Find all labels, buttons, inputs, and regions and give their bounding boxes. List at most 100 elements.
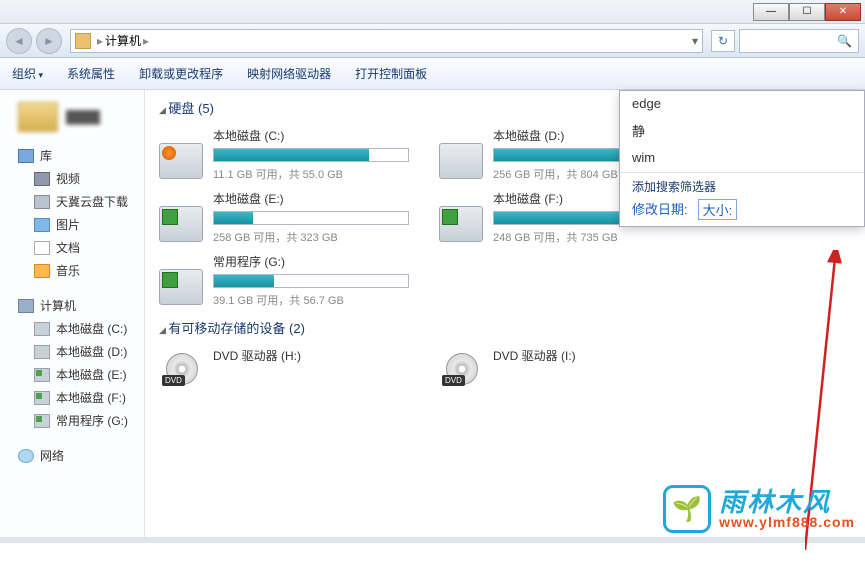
section-header-removable[interactable]: 有可移动存储的设备 (2) — [159, 318, 851, 337]
filter-size[interactable]: 大小: — [698, 199, 738, 220]
sidebar-drive-item[interactable]: 常用程序 (G:) — [0, 409, 144, 432]
drive-usage-bar — [213, 274, 409, 288]
system-properties-button[interactable]: 系统属性 — [67, 65, 115, 82]
sidebar-item[interactable]: 视频 — [0, 167, 144, 190]
drive-usage-bar — [213, 148, 409, 162]
control-panel-button[interactable]: 打开控制面板 — [355, 65, 427, 82]
computer-icon — [75, 33, 91, 49]
forward-button[interactable]: ► — [36, 28, 62, 54]
breadcrumb-dropdown-icon[interactable]: ▾ — [692, 34, 698, 48]
sidebar: ████ 库 视频天冀云盘下载图片文档音乐 计算机 本地磁盘 (C:) 本地磁盘 … — [0, 90, 145, 537]
disk-icon — [34, 414, 50, 428]
drive-name: 常用程序 (G:) — [213, 253, 409, 270]
sidebar-computer-header[interactable]: 计算机 — [0, 294, 144, 317]
sidebar-item-label: 本地磁盘 (C:) — [56, 320, 127, 337]
sidebar-item-label: 文档 — [56, 239, 80, 256]
search-input[interactable]: 🔍 — [739, 29, 859, 53]
sidebar-item-label: 图片 — [56, 216, 80, 233]
mus-icon — [34, 264, 50, 278]
drive-usage-bar — [213, 211, 409, 225]
sidebar-drive-item[interactable]: 本地磁盘 (C:) — [0, 317, 144, 340]
sidebar-computer: 计算机 本地磁盘 (C:) 本地磁盘 (D:) 本地磁盘 (E:) 本地磁盘 (F:)… — [0, 294, 144, 432]
sidebar-label: 网络 — [40, 447, 64, 464]
drive-usage-text: 11.1 GB 可用，共 55.0 GB — [213, 166, 409, 182]
sidebar-label: 库 — [40, 147, 52, 164]
favorites-folder[interactable]: ████ — [0, 96, 144, 144]
drive-icon — [159, 143, 203, 179]
folder-icon — [18, 102, 58, 132]
drive-icon — [439, 206, 483, 242]
statusbar — [0, 537, 865, 543]
refresh-button[interactable]: ↻ — [711, 30, 735, 52]
breadcrumb-item[interactable]: 计算机 — [105, 32, 141, 49]
search-filters: 修改日期: 大小: — [620, 197, 864, 226]
removable-section: 有可移动存储的设备 (2) DVD 驱动器 (H:) DVD 驱动器 (I:) — [159, 318, 851, 387]
dvd-name: DVD 驱动器 (H:) — [213, 347, 409, 364]
drive-usage-text: 39.1 GB 可用，共 56.7 GB — [213, 292, 409, 308]
drive-icon — [439, 143, 483, 179]
drive-item[interactable]: 本地磁盘 (E:) 258 GB 可用，共 323 GB — [159, 190, 409, 245]
drive-usage-text: 258 GB 可用，共 323 GB — [213, 229, 409, 245]
sidebar-network-header[interactable]: 网络 — [0, 444, 144, 467]
drive-item[interactable]: 本地磁盘 (C:) 11.1 GB 可用，共 55.0 GB — [159, 127, 409, 182]
dvd-icon — [159, 351, 203, 387]
sidebar-libraries-header[interactable]: 库 — [0, 144, 144, 167]
breadcrumb-sep: ▸ — [143, 34, 149, 48]
sidebar-item[interactable]: 图片 — [0, 213, 144, 236]
sidebar-drive-item[interactable]: 本地磁盘 (D:) — [0, 340, 144, 363]
drive-name: 本地磁盘 (E:) — [213, 190, 409, 207]
drive-usage-text: 248 GB 可用，共 735 GB — [493, 229, 689, 245]
sidebar-item[interactable]: 文档 — [0, 236, 144, 259]
uninstall-button[interactable]: 卸载或更改程序 — [139, 65, 223, 82]
vid-icon — [34, 172, 50, 186]
search-filter-title: 添加搜索筛选器 — [620, 172, 864, 197]
search-dropdown: edge静wim 添加搜索筛选器 修改日期: 大小: — [619, 90, 865, 227]
watermark-name: 雨林木风 — [719, 489, 855, 515]
disk-icon — [34, 345, 50, 359]
close-button[interactable] — [825, 3, 861, 21]
doc-icon — [34, 241, 50, 255]
sidebar-item-label: 本地磁盘 (D:) — [56, 343, 127, 360]
sidebar-item-label: 视频 — [56, 170, 80, 187]
pic-icon — [34, 218, 50, 232]
drive-icon — [159, 206, 203, 242]
main-area: ████ 库 视频天冀云盘下载图片文档音乐 计算机 本地磁盘 (C:)本地磁盘 … — [0, 90, 865, 537]
disk-icon — [34, 322, 50, 336]
map-drive-button[interactable]: 映射网络驱动器 — [247, 65, 331, 82]
breadcrumb[interactable]: ▸ 计算机 ▸ ▾ — [70, 29, 703, 53]
minimize-button[interactable] — [753, 3, 789, 21]
breadcrumb-sep: ▸ — [97, 34, 103, 48]
sidebar-drive-item[interactable]: 本地磁盘 (F:) — [0, 386, 144, 409]
search-history-item[interactable]: edge — [620, 91, 864, 116]
search-history-item[interactable]: wim — [620, 145, 864, 170]
search-history-item[interactable]: 静 — [620, 116, 864, 145]
dvd-item[interactable]: DVD 驱动器 (H:) — [159, 347, 409, 387]
sidebar-item-label: 本地磁盘 (E:) — [56, 366, 127, 383]
sidebar-item[interactable]: 音乐 — [0, 259, 144, 282]
dvd-list: DVD 驱动器 (H:) DVD 驱动器 (I:) — [159, 347, 851, 387]
disk-icon — [34, 368, 50, 382]
network-icon — [18, 449, 34, 463]
sidebar-item-label: 天冀云盘下载 — [56, 193, 128, 210]
libraries-icon — [18, 149, 34, 163]
window-titlebar — [0, 0, 865, 24]
maximize-button[interactable] — [789, 3, 825, 21]
sidebar-item[interactable]: 天冀云盘下载 — [0, 190, 144, 213]
sidebar-label: 计算机 — [40, 297, 76, 314]
watermark-icon — [663, 485, 711, 533]
drive-name: 本地磁盘 (C:) — [213, 127, 409, 144]
sidebar-item-label: 常用程序 (G:) — [56, 412, 128, 429]
dl-icon — [34, 195, 50, 209]
drive-item[interactable]: 常用程序 (G:) 39.1 GB 可用，共 56.7 GB — [159, 253, 409, 308]
filter-date[interactable]: 修改日期: — [632, 199, 688, 220]
dvd-item[interactable]: DVD 驱动器 (I:) — [439, 347, 689, 387]
organize-menu[interactable]: 组织 — [12, 65, 43, 82]
content-pane: 硬盘 (5) 本地磁盘 (C:)11.1 GB 可用，共 55.0 GB本地磁盘… — [145, 90, 865, 537]
disk-icon — [34, 391, 50, 405]
dvd-name: DVD 驱动器 (I:) — [493, 347, 689, 364]
back-button[interactable]: ◄ — [6, 28, 32, 54]
sidebar-item-label: 音乐 — [56, 262, 80, 279]
watermark-url: www.ylmf888.com — [719, 515, 855, 529]
sidebar-drive-item[interactable]: 本地磁盘 (E:) — [0, 363, 144, 386]
dvd-icon — [439, 351, 483, 387]
